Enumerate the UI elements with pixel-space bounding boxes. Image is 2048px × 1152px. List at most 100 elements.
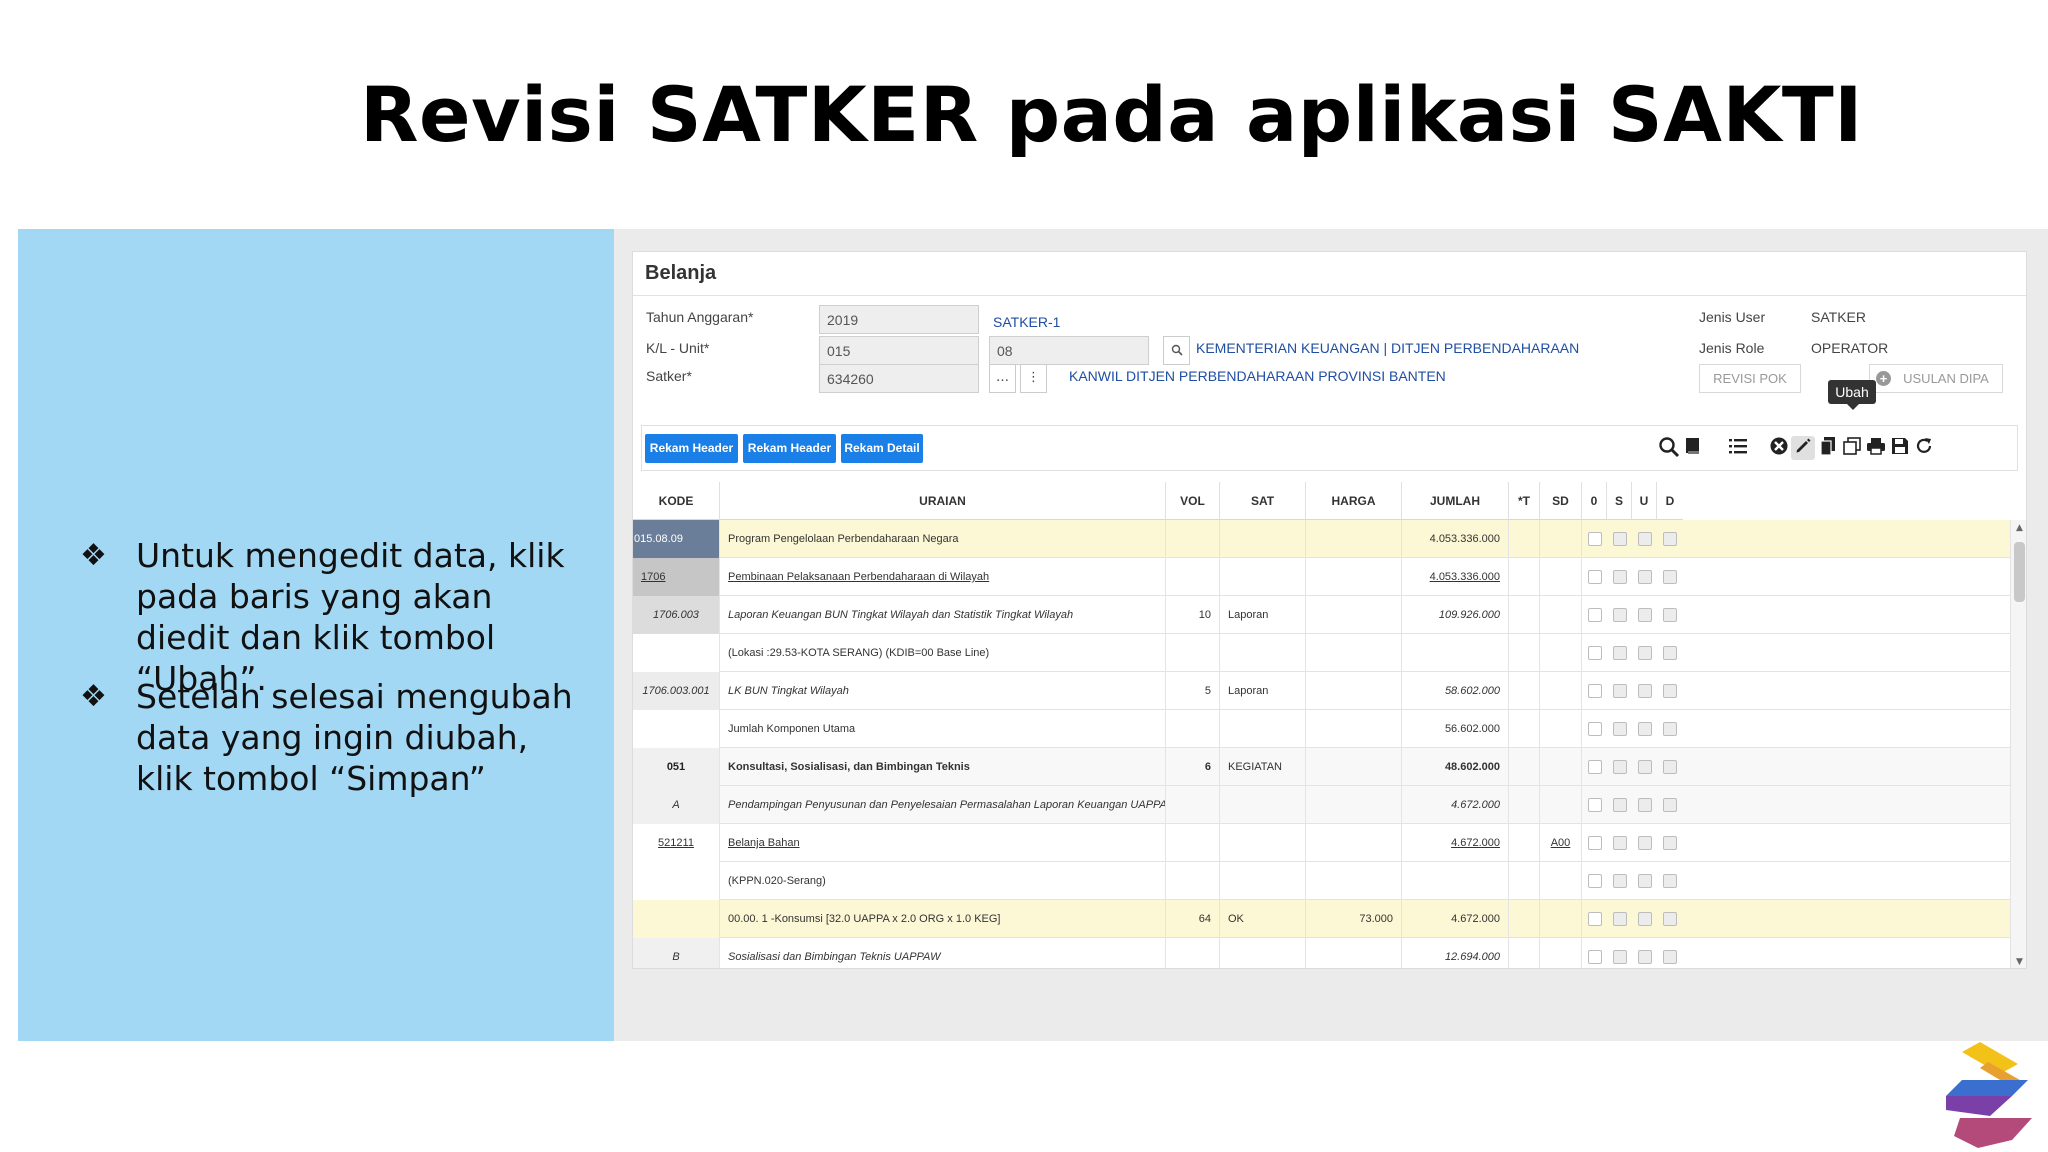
table-row[interactable]: A Pendampingan Penyusunan dan Penyelesaia…: [633, 786, 2026, 824]
row-checkbox[interactable]: [1613, 874, 1627, 888]
row-checkbox[interactable]: [1663, 722, 1677, 736]
scroll-down-arrow-icon[interactable]: ▼: [2014, 956, 2025, 968]
row-checkbox[interactable]: [1663, 646, 1677, 660]
row-checkbox[interactable]: [1588, 760, 1602, 774]
col-kode[interactable]: KODE: [633, 482, 720, 520]
unit-input[interactable]: 08: [989, 336, 1149, 365]
grid-scrollbar[interactable]: ▲ ▼: [2010, 520, 2026, 968]
table-row[interactable]: (Lokasi :29.53-KOTA SERANG) (KDIB=00 Bas…: [633, 634, 2026, 672]
row-checkbox[interactable]: [1613, 760, 1627, 774]
row-checkbox[interactable]: [1638, 608, 1652, 622]
rekam-detail-button[interactable]: Rekam Detail: [841, 434, 923, 463]
row-checkbox[interactable]: [1638, 646, 1652, 660]
kanwil-link[interactable]: KANWIL DITJEN PERBENDAHARAAN PROVINSI BA…: [1069, 368, 1446, 384]
save-icon[interactable]: [1888, 436, 1912, 460]
row-checkbox[interactable]: [1613, 836, 1627, 850]
row-checkbox[interactable]: [1663, 798, 1677, 812]
row-checkbox[interactable]: [1663, 912, 1677, 926]
row-checkbox[interactable]: [1588, 570, 1602, 584]
satker-more-button[interactable]: ⋮: [1020, 364, 1047, 393]
col-sat[interactable]: SAT: [1220, 482, 1306, 520]
cancel-icon[interactable]: [1767, 436, 1791, 460]
duplicate-icon[interactable]: [1840, 436, 1864, 460]
print-icon[interactable]: [1864, 436, 1888, 460]
satker-input[interactable]: 634260: [819, 364, 979, 393]
rekam-header-2-button[interactable]: Rekam Header 2: [743, 434, 836, 484]
row-checkbox[interactable]: [1588, 608, 1602, 622]
col-u[interactable]: U: [1632, 482, 1657, 520]
col-vol[interactable]: VOL: [1166, 482, 1220, 520]
row-checkbox[interactable]: [1588, 874, 1602, 888]
col-harga[interactable]: HARGA: [1306, 482, 1402, 520]
search-icon[interactable]: [1657, 436, 1681, 460]
row-checkbox[interactable]: [1613, 912, 1627, 926]
row-checkbox[interactable]: [1663, 570, 1677, 584]
row-checkbox[interactable]: [1588, 684, 1602, 698]
copy-icon[interactable]: [1816, 436, 1840, 460]
row-checkbox[interactable]: [1588, 798, 1602, 812]
row-checkbox[interactable]: [1588, 722, 1602, 736]
row-checkbox[interactable]: [1588, 912, 1602, 926]
scroll-up-arrow-icon[interactable]: ▲: [2014, 522, 2025, 534]
row-checkbox[interactable]: [1638, 912, 1652, 926]
rekam-header-1-button[interactable]: Rekam Header 1: [645, 434, 738, 484]
row-checkbox[interactable]: [1638, 950, 1652, 964]
row-checkbox[interactable]: [1663, 874, 1677, 888]
row-checkbox[interactable]: [1663, 532, 1677, 546]
row-checkbox[interactable]: [1613, 532, 1627, 546]
col-sd[interactable]: SD: [1540, 482, 1582, 520]
row-checkbox[interactable]: [1613, 608, 1627, 622]
refresh-icon[interactable]: [1912, 436, 1936, 460]
table-row[interactable]: B Sosialisasi dan Bimbingan Teknis UAPPAW…: [633, 938, 2026, 968]
col-t[interactable]: *T: [1509, 482, 1540, 520]
row-checkbox[interactable]: [1613, 798, 1627, 812]
usulan-dipa-button[interactable]: + USULAN DIPA: [1869, 364, 2003, 393]
table-row[interactable]: (KPPN.020-Serang): [633, 862, 2026, 900]
table-row[interactable]: 1706.003 Laporan Keuangan BUN Tingkat Wil…: [633, 596, 2026, 634]
kementerian-link[interactable]: KEMENTERIAN KEUANGAN | DITJEN PERBENDAHA…: [1196, 340, 1579, 356]
row-checkbox[interactable]: [1663, 608, 1677, 622]
table-row[interactable]: 00.00. 1 -Konsumsi [32.0 UAPPA x 2.0 ORG…: [633, 900, 2026, 938]
row-checkbox[interactable]: [1613, 950, 1627, 964]
row-checkbox[interactable]: [1638, 798, 1652, 812]
row-checkbox[interactable]: [1663, 760, 1677, 774]
row-checkbox[interactable]: [1613, 684, 1627, 698]
row-checkbox[interactable]: [1613, 646, 1627, 660]
row-checkbox[interactable]: [1663, 684, 1677, 698]
table-row[interactable]: 015.08.09 Program Pengelolaan Perbendahar…: [633, 520, 2026, 558]
row-checkbox[interactable]: [1638, 722, 1652, 736]
row-checkbox[interactable]: [1613, 722, 1627, 736]
scroll-thumb[interactable]: [2014, 542, 2025, 602]
col-d[interactable]: D: [1657, 482, 1683, 520]
table-row[interactable]: 051 Konsultasi, Sosialisasi, dan Bimbinga…: [633, 748, 2026, 786]
table-row[interactable]: Jumlah Komponen Utama 56.602.000: [633, 710, 2026, 748]
table-row[interactable]: 1706.003.001 LK BUN Tingkat Wilayah 5 Lapor…: [633, 672, 2026, 710]
row-checkbox[interactable]: [1663, 836, 1677, 850]
row-checkbox[interactable]: [1638, 532, 1652, 546]
kl-search-button[interactable]: [1163, 336, 1190, 365]
row-checkbox[interactable]: [1638, 684, 1652, 698]
bookmark-icon[interactable]: [1681, 436, 1705, 460]
row-checkbox[interactable]: [1588, 646, 1602, 660]
kl-input[interactable]: 015: [819, 336, 979, 365]
row-checkbox[interactable]: [1638, 570, 1652, 584]
row-checkbox[interactable]: [1613, 570, 1627, 584]
satker-link[interactable]: SATKER-1: [993, 314, 1060, 330]
row-checkbox[interactable]: [1588, 950, 1602, 964]
list-icon[interactable]: [1726, 436, 1750, 460]
col-s[interactable]: S: [1607, 482, 1632, 520]
col-jumlah[interactable]: JUMLAH: [1402, 482, 1509, 520]
col-uraian[interactable]: URAIAN: [720, 482, 1166, 520]
satker-lookup-button[interactable]: …: [989, 364, 1016, 393]
revisi-pok-button[interactable]: REVISI POK: [1699, 364, 1801, 393]
row-checkbox[interactable]: [1588, 532, 1602, 546]
table-row[interactable]: 521211 Belanja Bahan 4.672.000 A00: [633, 824, 2026, 862]
row-checkbox[interactable]: [1638, 760, 1652, 774]
row-checkbox[interactable]: [1663, 950, 1677, 964]
row-checkbox[interactable]: [1638, 874, 1652, 888]
tahun-input[interactable]: 2019: [819, 305, 979, 334]
edit-icon[interactable]: [1791, 436, 1815, 460]
row-checkbox[interactable]: [1588, 836, 1602, 850]
col-o[interactable]: 0: [1582, 482, 1607, 520]
row-checkbox[interactable]: [1638, 836, 1652, 850]
